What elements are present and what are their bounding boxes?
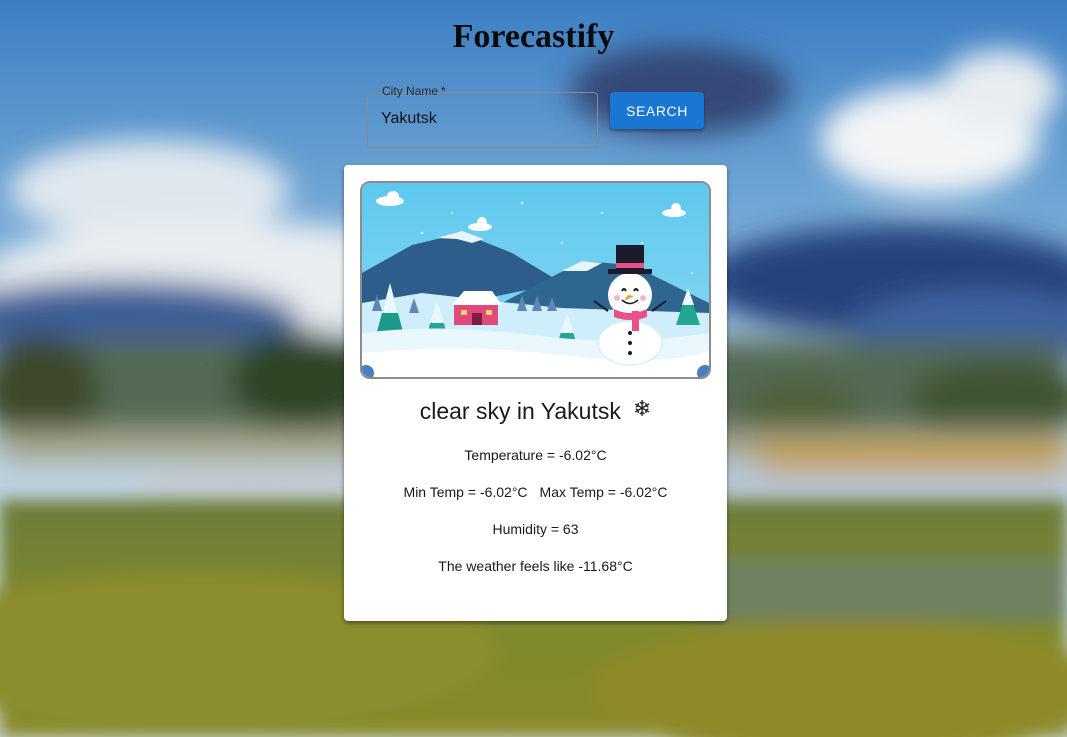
humidity-text: Humidity = 63 [492,521,579,537]
app-title: Forecastify [452,18,615,55]
city-name-label-text: City Name [382,84,439,98]
feels-like-text: The weather feels like -11.68°C [438,558,633,574]
city-name-input[interactable] [381,110,581,128]
search-button[interactable]: SEARCH [610,92,704,129]
snowflake-icon: ❄ [632,396,652,421]
weather-heading: clear sky in Yakutsk ❄ [344,396,727,425]
snowman-winter-illustration [360,181,711,379]
max-temp-text: Max Temp = -6.02°C [539,484,668,500]
city-name-field[interactable]: City Name * [367,84,598,148]
weather-heading-text: clear sky in Yakutsk [419,398,621,424]
required-marker: * [441,84,446,98]
min-temp-text: Min Temp = -6.02°C [403,484,528,500]
weather-card: clear sky in Yakutsk ❄ Temperature = -6.0… [344,165,727,621]
min-max-temp-row: Min Temp = -6.02°C Max Temp = -6.02°C [344,484,727,500]
temperature-text: Temperature = -6.02°C [464,447,607,463]
city-name-label: City Name * [377,84,451,98]
